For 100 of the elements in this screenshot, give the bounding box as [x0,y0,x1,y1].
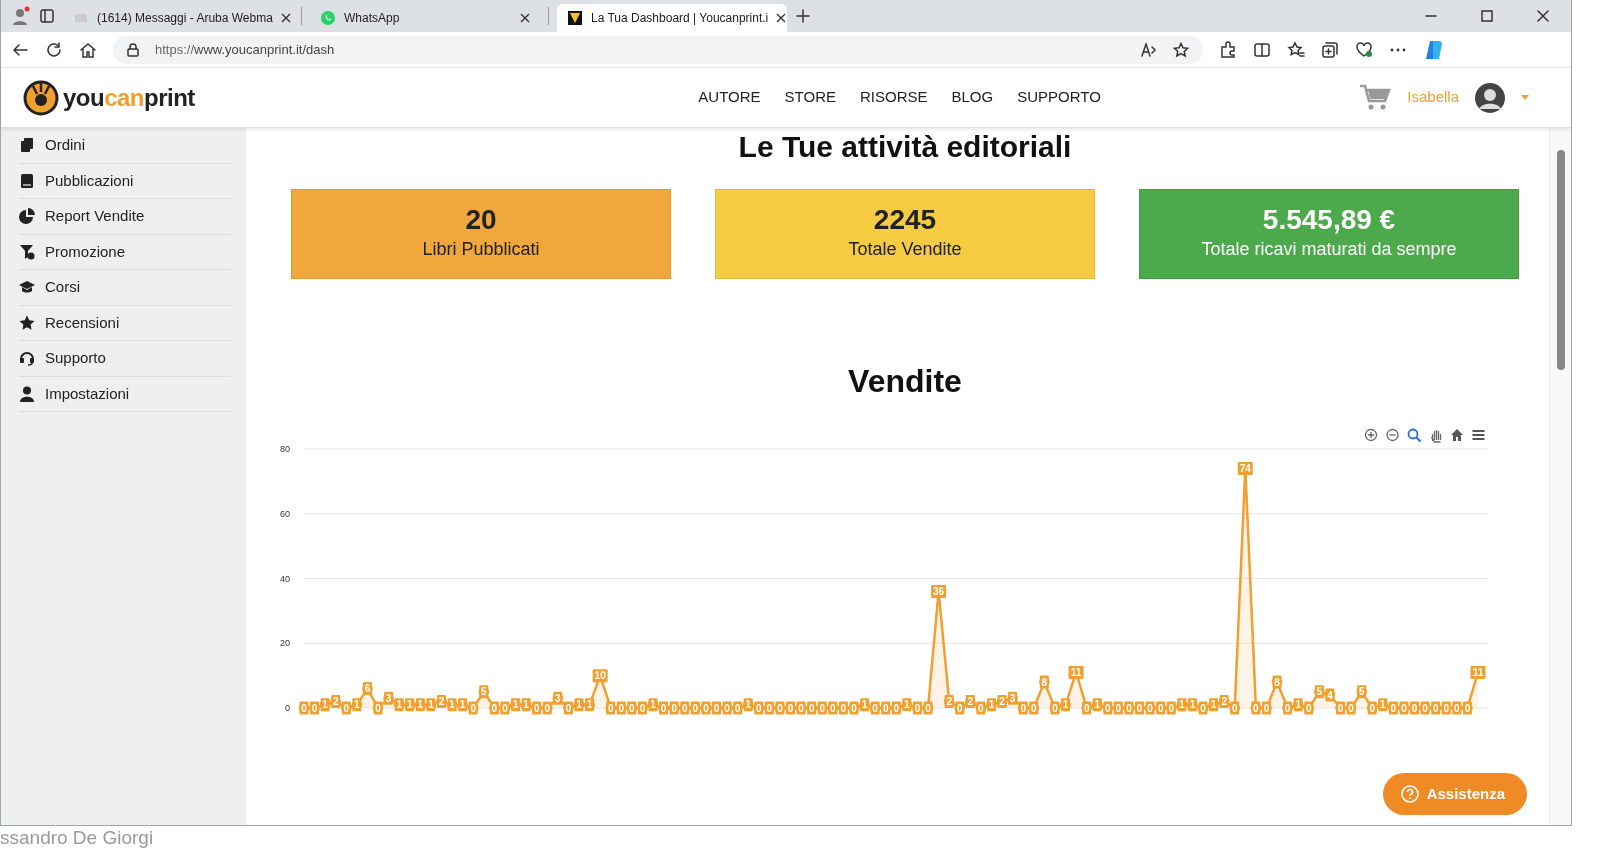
data-label: 2 [331,695,341,709]
home-icon[interactable] [79,40,97,59]
nav-link[interactable]: AUTORE [698,86,761,109]
hand-icon[interactable] [1430,429,1442,443]
maximize-icon[interactable] [1481,10,1493,22]
close-icon[interactable] [776,13,787,23]
data-label: 1 [320,698,330,712]
data-label: 0 [1113,701,1123,715]
data-label: 0 [1399,701,1409,715]
data-label: 1 [902,698,912,712]
favorite-icon[interactable] [1173,41,1189,58]
nav-link[interactable]: SUPPORTO [1017,86,1101,109]
browser-tab[interactable]: WhatsApp [310,4,540,32]
data-label: 2 [1219,695,1229,709]
sidebar-item[interactable]: Impostazioni [19,376,231,412]
data-label: 0 [796,701,806,715]
pie-chart-icon [19,208,35,225]
data-label: 0 [532,701,542,715]
browser-tab[interactable]: La Tua Dashboard | Youcanprint.i [557,4,787,32]
menu-icon[interactable] [1471,430,1486,440]
close-icon[interactable] [280,13,291,23]
favorites-icon[interactable] [1287,40,1305,59]
close-icon[interactable] [1537,10,1549,22]
data-label: 0 [1156,701,1166,715]
data-label: 2 [997,695,1007,709]
zoom-in-icon[interactable] [1364,428,1378,442]
search-icon[interactable] [1407,428,1422,443]
data-label: 0 [891,701,901,715]
nav-link[interactable]: BLOG [951,86,994,109]
data-label: 1 [743,698,753,712]
data-label: 1 [521,698,531,712]
avatar-icon[interactable] [1475,82,1505,113]
home-icon[interactable] [1451,429,1463,441]
data-label: 0 [659,701,669,715]
data-label: 1 [574,698,584,712]
stat-value: 20 [465,205,497,236]
sidebar-item[interactable]: Report Vendite [19,199,231,235]
data-label: 1 [394,698,404,712]
data-label: 36 [931,584,947,598]
sidebar-item[interactable]: Promozione [19,234,231,270]
data-label: 0 [1346,701,1356,715]
browser-tab[interactable]: (1614) Messaggi - Aruba Webma [63,4,293,32]
read-aloud-icon[interactable] [1141,42,1157,57]
axis-label: 20 [280,638,290,649]
data-label: 5 [1314,685,1324,699]
data-label: 0 [1388,701,1398,715]
data-label: 1 [585,698,595,712]
lock-icon [127,42,139,57]
nav-link[interactable]: STORE [784,86,836,109]
sidebar-item[interactable]: Supporto [19,341,231,377]
data-label: 11 [1068,665,1084,679]
data-label: 1 [1293,698,1303,712]
stat-value: 2245 [873,205,937,236]
address-field[interactable]: https://www.youcanprint.it/dash [113,35,1203,64]
sidebar-item[interactable]: Pubblicazioni [19,163,231,199]
data-label: 0 [955,701,965,715]
collections-icon[interactable] [1321,40,1339,59]
data-label: 0 [1029,701,1039,715]
book-icon [19,172,35,189]
data-label: 1 [458,698,468,712]
data-label: 1 [405,698,415,712]
data-label: 0 [712,701,721,715]
data-label: 0 [310,701,320,715]
nav-link[interactable]: RISORSE [859,86,928,109]
tab-actions-icon[interactable] [39,8,55,24]
data-label: 0 [881,701,891,715]
scrollbar-thumb[interactable] [1556,150,1565,370]
logo-icon [23,79,59,116]
data-label: 0 [616,701,626,715]
axis-label: 0 [285,703,290,713]
split-screen-icon[interactable] [1253,40,1271,59]
copilot-icon[interactable] [1423,38,1445,61]
data-label: 0 [817,701,827,715]
cart-icon[interactable] [1359,83,1392,112]
data-label: 74 [1237,461,1253,475]
data-label: 0 [1124,701,1134,715]
data-label: 1 [426,698,436,712]
data-label: 0 [1251,701,1261,715]
data-label: 0 [1441,701,1451,715]
data-label: 4 [1325,688,1335,702]
extensions-icon[interactable] [1219,40,1237,59]
data-label: 0 [754,701,764,715]
sidebar-item[interactable]: Recensioni [19,305,231,341]
profile-icon[interactable] [11,6,31,26]
data-label: 0 [341,701,351,715]
background-text: ssandro De Giorgi [0,827,154,848]
sidebar-item[interactable]: Corsi [19,270,231,306]
data-label: 5 [1357,685,1367,699]
heart-icon[interactable] [1355,40,1373,59]
help-icon [1400,784,1419,803]
data-label: 3 [384,691,394,705]
zoom-out-icon[interactable] [1386,428,1399,442]
new-tab-icon[interactable] [795,8,811,24]
data-label: 8 [1039,675,1049,689]
data-label: 0 [1135,701,1145,715]
data-label: 1 [987,698,996,712]
close-icon[interactable] [520,13,530,23]
headset-icon [19,350,35,367]
sidebar-item[interactable]: Ordini [19,128,231,164]
refresh-icon[interactable] [45,40,63,59]
